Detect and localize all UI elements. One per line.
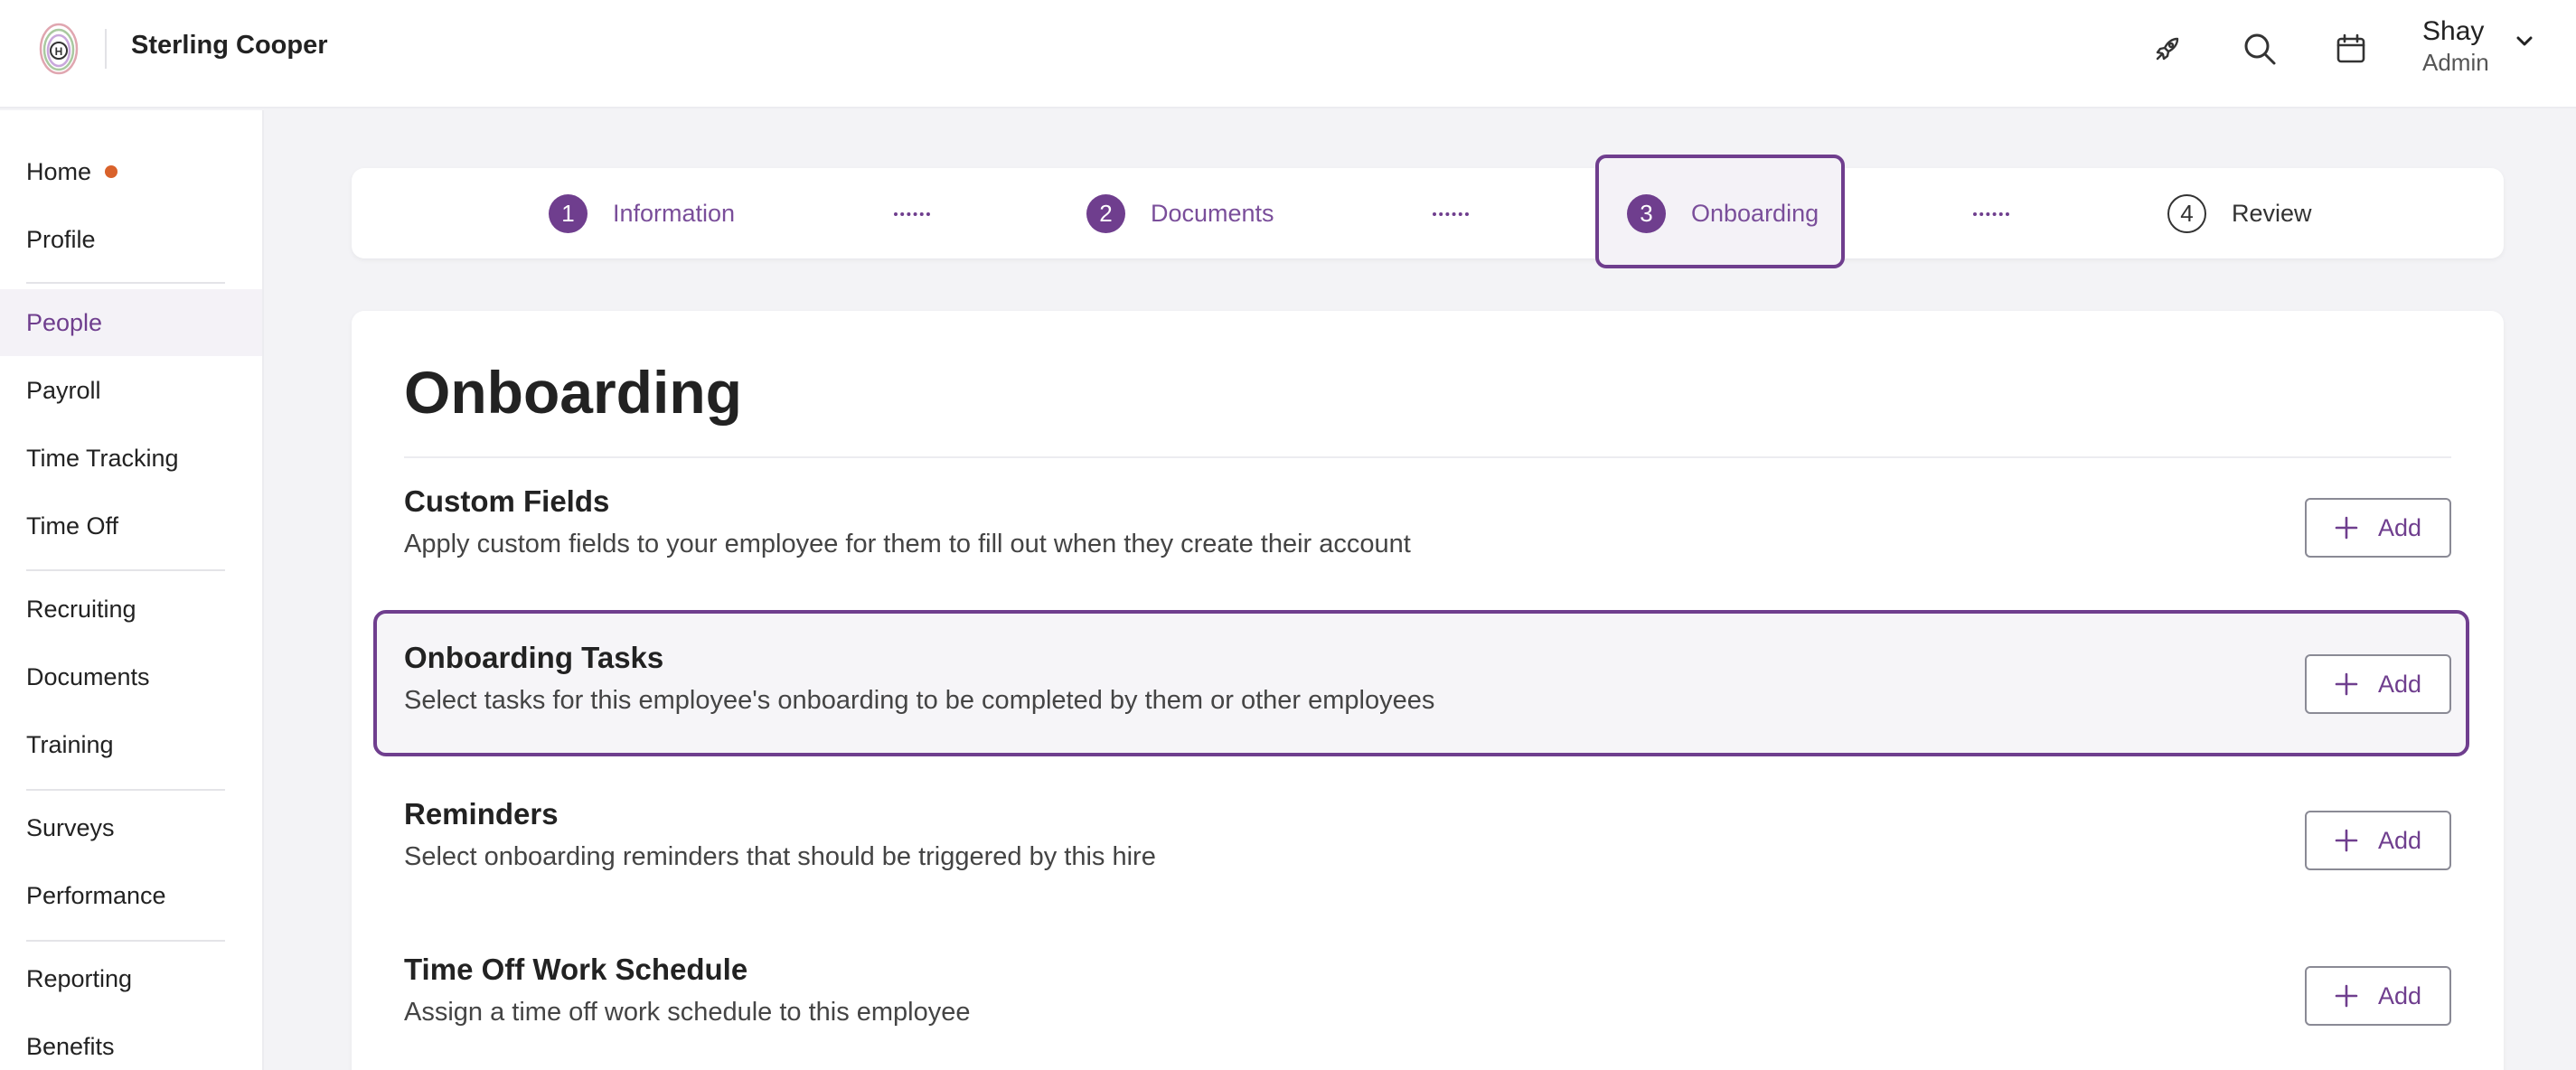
svg-text:H: H: [55, 45, 63, 58]
section-onboarding-tasks: Onboarding Tasks Select tasks for this e…: [404, 641, 2451, 776]
plus-icon: [2335, 829, 2358, 852]
step-label: Documents: [1151, 199, 1274, 227]
user-menu[interactable]: Shay Admin: [2422, 14, 2558, 80]
step-onboarding[interactable]: 3 Onboarding: [1595, 155, 1845, 268]
plus-icon: [2335, 984, 2358, 1008]
add-button-label: Add: [2377, 826, 2422, 854]
sidebar-item-label: Profile: [26, 225, 96, 253]
step-documents[interactable]: 2 Documents: [1086, 168, 1274, 258]
top-header: H Sterling Cooper Shay Admin: [0, 0, 2576, 108]
sidebar: Home Profile People Payroll Time Trackin…: [0, 110, 264, 1070]
chevron-down-icon: [2516, 36, 2533, 46]
step-label: Onboarding: [1691, 199, 1819, 227]
sidebar-item-home[interactable]: Home: [0, 138, 262, 205]
step-label: Review: [2232, 199, 2312, 227]
section-title: Custom Fields: [404, 484, 610, 518]
sidebar-item-label: Training: [26, 730, 114, 758]
plus-icon: [2335, 672, 2358, 696]
step-number: 1: [549, 193, 588, 233]
sidebar-item-label: Payroll: [26, 376, 101, 404]
sidebar-item-surveys[interactable]: Surveys: [0, 794, 262, 861]
sidebar-item-label: Performance: [26, 881, 166, 909]
sidebar-item-profile[interactable]: Profile: [0, 206, 262, 273]
sidebar-divider: [26, 569, 225, 571]
page-title: Onboarding: [404, 359, 742, 426]
sidebar-item-training[interactable]: Training: [0, 711, 262, 778]
section-description: Assign a time off work schedule to this …: [404, 998, 971, 1027]
section-title: Onboarding Tasks: [404, 641, 664, 674]
section-description: Select onboarding reminders that should …: [404, 842, 1156, 871]
sidebar-divider: [26, 940, 225, 942]
sidebar-item-label: Surveys: [26, 813, 115, 841]
section-description: Select tasks for this employee's onboard…: [404, 686, 1435, 715]
sidebar-item-documents[interactable]: Documents: [0, 643, 262, 710]
step-connector: [1433, 212, 1469, 216]
section-custom-fields: Custom Fields Apply custom fields to you…: [404, 484, 2451, 620]
sidebar-item-performance[interactable]: Performance: [0, 862, 262, 929]
sidebar-item-reporting[interactable]: Reporting: [0, 945, 262, 1012]
sidebar-item-label: Documents: [26, 662, 150, 690]
step-review[interactable]: 4 Review: [2167, 168, 2312, 258]
sidebar-item-label: Home: [26, 157, 92, 185]
add-button-label: Add: [2377, 981, 2422, 1009]
sidebar-item-payroll[interactable]: Payroll: [0, 357, 262, 424]
rocket-icon[interactable]: [2142, 23, 2193, 74]
add-onboarding-tasks-button[interactable]: Add: [2305, 654, 2451, 714]
plus-icon: [2335, 516, 2358, 540]
user-name: Shay: [2422, 16, 2485, 46]
sidebar-item-label: Benefits: [26, 1032, 115, 1060]
sidebar-item-time-off[interactable]: Time Off: [0, 493, 262, 559]
sidebar-item-recruiting[interactable]: Recruiting: [0, 576, 262, 643]
section-title: Reminders: [404, 797, 559, 831]
sidebar-item-benefits[interactable]: Benefits: [0, 1013, 262, 1070]
step-number: 3: [1627, 193, 1666, 233]
user-role: Admin: [2422, 49, 2489, 76]
step-connector: [894, 212, 930, 216]
calendar-icon[interactable]: [2326, 23, 2376, 74]
step-number: 4: [2167, 193, 2206, 233]
sidebar-item-label: Recruiting: [26, 595, 136, 623]
sidebar-item-label: Time Tracking: [26, 444, 179, 472]
section-description: Apply custom fields to your employee for…: [404, 530, 1411, 558]
search-icon[interactable]: [2234, 23, 2285, 74]
sidebar-item-label: People: [26, 308, 103, 336]
sidebar-item-time-tracking[interactable]: Time Tracking: [0, 425, 262, 492]
title-divider: [404, 456, 2451, 458]
notification-dot: [105, 165, 118, 178]
section-title: Time Off Work Schedule: [404, 953, 748, 986]
onboarding-stepper: 1 Information 2 Documents 4 Review: [352, 168, 2504, 258]
logo-divider: [105, 29, 107, 69]
section-reminders: Reminders Select onboarding reminders th…: [404, 797, 2451, 933]
step-connector: [1973, 212, 2009, 216]
sidebar-item-label: Time Off: [26, 512, 119, 540]
sidebar-item-label: Reporting: [26, 964, 133, 992]
sidebar-divider: [26, 282, 225, 284]
add-button-label: Add: [2377, 513, 2422, 541]
company-logo-icon[interactable]: H: [38, 22, 80, 76]
company-name: Sterling Cooper: [131, 31, 328, 60]
add-button-label: Add: [2377, 670, 2422, 698]
add-reminders-button[interactable]: Add: [2305, 811, 2451, 870]
step-label: Information: [613, 199, 736, 227]
sidebar-divider: [26, 789, 225, 791]
step-number: 2: [1086, 193, 1125, 233]
add-custom-fields-button[interactable]: Add: [2305, 498, 2451, 558]
section-time-off-work-schedule: Time Off Work Schedule Assign a time off…: [404, 953, 2451, 1070]
step-information[interactable]: 1 Information: [549, 168, 735, 258]
sidebar-item-people[interactable]: People: [0, 289, 262, 356]
add-time-off-schedule-button[interactable]: Add: [2305, 966, 2451, 1026]
